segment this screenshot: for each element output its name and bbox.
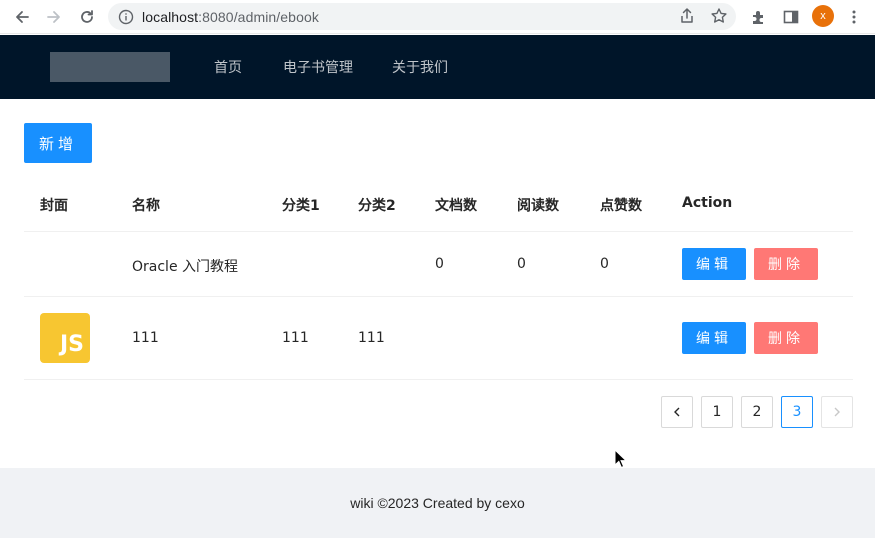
vote-count: 0	[600, 256, 609, 272]
nav-item-ebook-admin[interactable]: 电子书管理	[283, 35, 353, 99]
url-host: localhost	[142, 8, 199, 25]
table-divider	[24, 296, 853, 297]
column-header-name: 名称	[132, 198, 160, 214]
doc-count: 0	[435, 256, 444, 272]
page-button-3[interactable]: 3	[781, 396, 813, 428]
column-header-action: Action	[682, 195, 733, 211]
edit-button[interactable]: 编辑	[682, 248, 746, 280]
logo[interactable]	[50, 52, 170, 82]
app-header: 首页 电子书管理 关于我们	[0, 35, 875, 99]
delete-button[interactable]: 删除	[754, 322, 818, 354]
page-button-2[interactable]: 2	[741, 396, 773, 428]
main-content: 新增 封面 名称 分类1 分类2 文档数 阅读数 点赞数 Action Orac…	[0, 99, 875, 468]
column-header-category1: 分类1	[282, 198, 320, 214]
table-divider	[24, 379, 853, 380]
column-header-doc-count: 文档数	[435, 198, 477, 214]
mouse-cursor-icon	[614, 449, 628, 469]
share-icon[interactable]	[678, 7, 696, 28]
column-header-view-count: 阅读数	[517, 198, 559, 214]
category1: 111	[282, 330, 309, 346]
chevron-left-icon	[674, 407, 680, 417]
url-text: localhost:8080/admin/ebook	[142, 9, 319, 25]
footer: wiki ©2023 Created by cexo	[0, 468, 875, 538]
chevron-right-icon	[834, 407, 840, 417]
side-panel-icon[interactable]	[780, 6, 802, 28]
footer-text: wiki ©2023 Created by cexo	[350, 495, 525, 511]
back-icon[interactable]	[11, 6, 33, 28]
column-header-vote-count: 点赞数	[600, 198, 642, 214]
ebook-cover-image: JS	[40, 313, 90, 363]
cover-label: JS	[59, 332, 84, 357]
column-header-cover: 封面	[40, 198, 68, 214]
more-menu-icon[interactable]	[843, 6, 865, 28]
profile-avatar[interactable]: x	[812, 5, 834, 27]
nav-item-home[interactable]: 首页	[214, 35, 242, 99]
extensions-icon[interactable]	[748, 6, 770, 28]
prev-page-button[interactable]	[661, 396, 693, 428]
add-ebook-button[interactable]: 新增	[24, 123, 92, 163]
ebook-name: 111	[132, 330, 159, 346]
next-page-button[interactable]	[821, 396, 853, 428]
forward-icon[interactable]	[43, 6, 65, 28]
browser-toolbar: localhost:8080/admin/ebook x	[0, 0, 875, 34]
view-count: 0	[517, 256, 526, 272]
nav-item-about[interactable]: 关于我们	[392, 35, 448, 99]
column-header-category2: 分类2	[358, 198, 396, 214]
bookmark-star-icon[interactable]	[710, 7, 728, 28]
url-path: :8080/admin/ebook	[198, 8, 319, 25]
ebook-name: Oracle 入门教程	[132, 259, 239, 275]
table-divider	[24, 231, 853, 232]
reload-icon[interactable]	[76, 6, 98, 28]
delete-button[interactable]: 删除	[754, 248, 818, 280]
edit-button[interactable]: 编辑	[682, 322, 746, 354]
site-info-icon[interactable]	[118, 9, 134, 25]
page-button-1[interactable]: 1	[701, 396, 733, 428]
address-bar[interactable]: localhost:8080/admin/ebook	[108, 3, 736, 30]
category2: 111	[358, 330, 385, 346]
